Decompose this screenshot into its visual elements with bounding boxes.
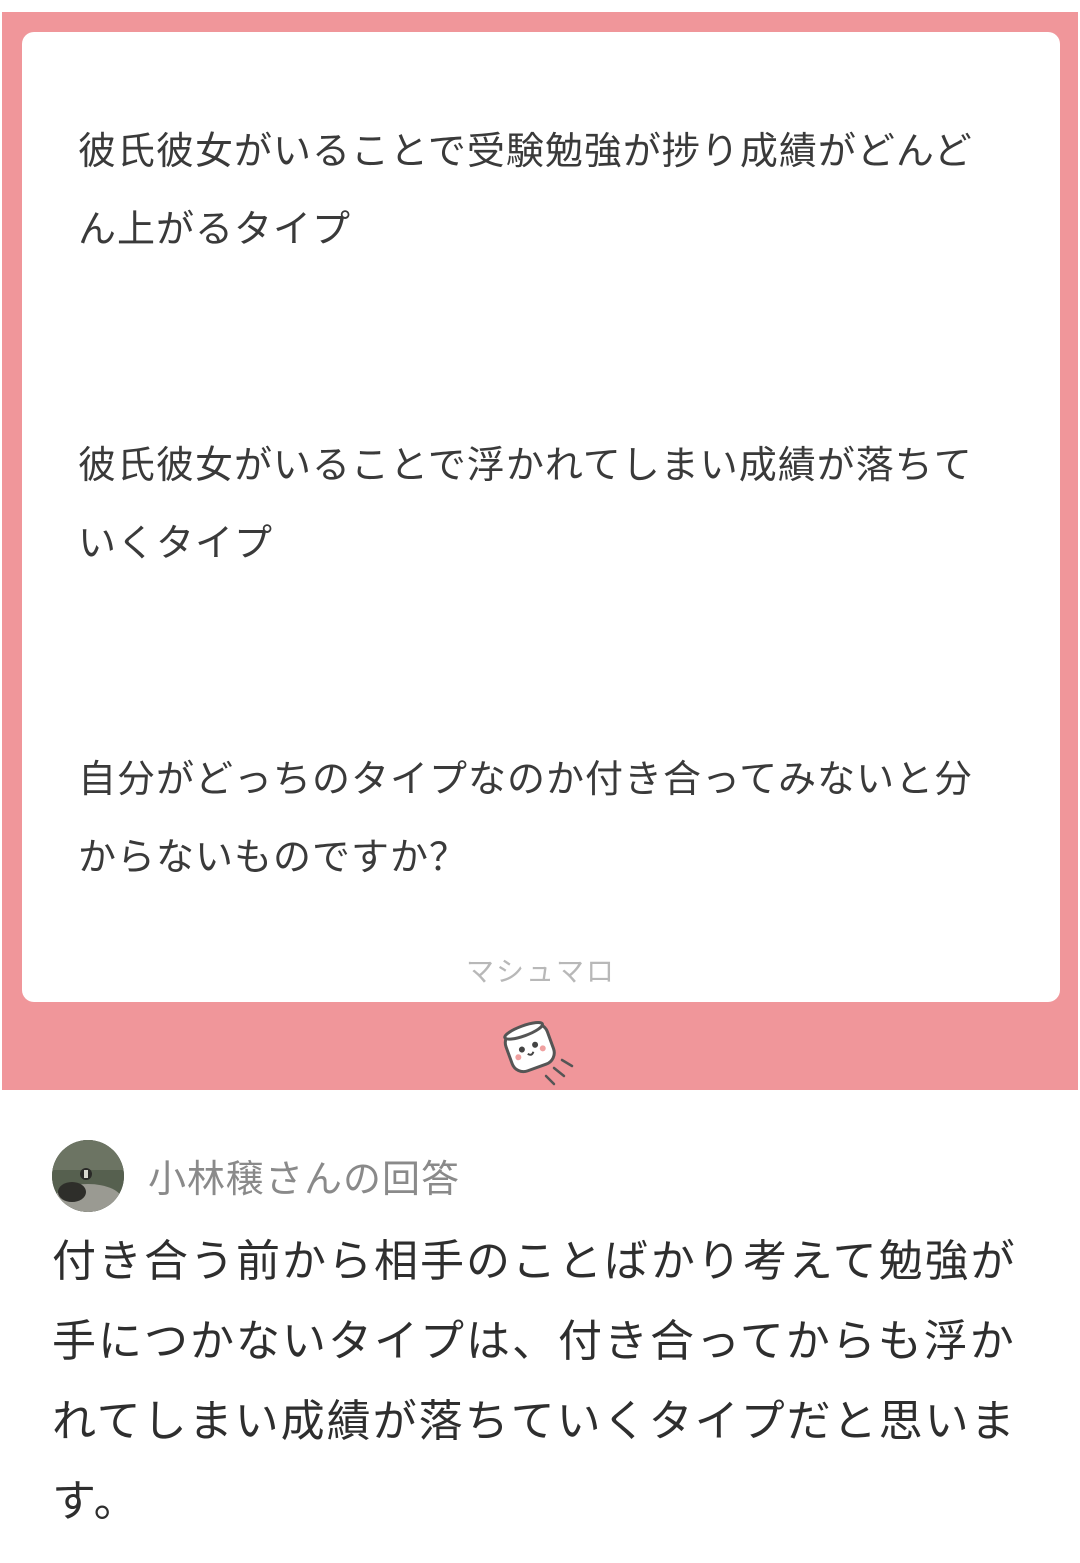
brand-label: マシュマロ [465, 955, 616, 988]
question-paragraph: 自分がどっちのタイプなのか付き合ってみないと分からないものですか？ [78, 757, 974, 879]
answer-text: 付き合う前から相手のことばかり考えて勉強が手につかないタイプは、付き合ってからも… [52, 1236, 1017, 1527]
top-divider [0, 0, 1080, 10]
avatar[interactable] [52, 1140, 124, 1212]
question-paragraph: 彼氏彼女がいることで浮かれてしまい成績が落ちていくタイプ [78, 443, 973, 565]
question-panel: 彼氏彼女がいることで受験勉強が捗り成績がどんどん上がるタイプ 彼氏彼女がいること… [2, 12, 1078, 1090]
page: 彼氏彼女がいることで受験勉強が捗り成績がどんどん上がるタイプ 彼氏彼女がいること… [0, 0, 1080, 1563]
answerer-label[interactable]: 小林穣さんの回答 [148, 1148, 460, 1203]
answer-section: 小林穣さんの回答 付き合う前から相手のことばかり考えて勉強が手につかないタイプは… [2, 1090, 1078, 1563]
question-paragraph: 彼氏彼女がいることで受験勉強が捗り成績がどんどん上がるタイプ [78, 129, 973, 251]
question-card: 彼氏彼女がいることで受験勉強が捗り成績がどんどん上がるタイプ 彼氏彼女がいること… [22, 32, 1060, 1002]
marshmallow-mascot-icon [503, 1021, 574, 1086]
avatar-image [52, 1140, 124, 1212]
